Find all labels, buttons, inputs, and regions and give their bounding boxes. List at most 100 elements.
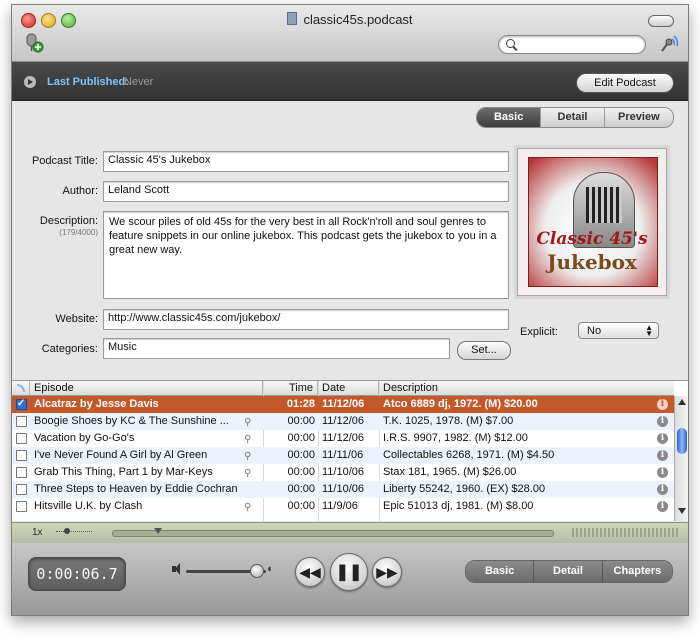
scroll-thumb[interactable] [677,428,687,454]
rss-column-header[interactable] [12,381,30,395]
broadcast-icon[interactable] [658,33,680,55]
toolbar-toggle-button[interactable] [648,15,674,27]
column-time[interactable]: Time [263,381,318,395]
info-icon[interactable]: i [657,399,668,410]
episode-description: Collectables 6268, 1971. (M) $4.50 [383,449,555,461]
episode-title: Three Steps to Heaven by Eddie Cochran [34,483,238,495]
pause-icon: ❚❚ [335,564,363,581]
episode-description: I.R.S. 9907, 1982. (M) $12.00 [383,432,528,444]
episode-date: 11/12/06 [322,398,365,410]
episode-title: Vacation by Go-Go's [34,432,135,444]
table-row[interactable]: Vacation by Go-Go's 00:00 11/12/06 I.R.S. 9… [12,430,674,447]
search-input[interactable] [519,37,641,53]
episode-description: Atco 6889 dj, 1972. (M) $20.00 [383,398,538,410]
podcast-artwork[interactable]: Classic 45's Jukebox [517,148,667,296]
episode-time: 01:28 [286,398,315,410]
bottom-tabs: Basic Detail Chapters [465,560,673,583]
episode-date: 11/9/06 [322,500,358,512]
attachment-icon: ⚲ [244,417,252,428]
table-row[interactable]: Grab This Thing, Part 1 by Mar-Keys 00:00… [12,464,674,481]
episode-checkbox[interactable] [16,450,27,461]
info-icon[interactable]: i [657,501,668,512]
scroll-down-arrow[interactable] [678,508,686,514]
volume-slider-knob[interactable] [250,564,264,578]
set-categories-button[interactable]: Set... [457,341,511,360]
disclosure-play-icon[interactable] [24,76,36,88]
episode-checkbox[interactable] [16,484,27,495]
fast-forward-button[interactable]: ▶▶ [372,557,402,587]
rewind-icon: ◀◀ [299,563,321,580]
podcast-window: classic45s.podcast Last Published: Never… [11,4,689,616]
microphone-add-icon[interactable] [22,31,44,53]
episode-title: Alcatraz by Jesse Davis [34,398,159,410]
episode-rows: Alcatraz by Jesse Davis 01:28 11/12/06 Atco… [12,395,674,515]
podcast-title-field[interactable]: Classic 45's Jukebox [103,151,509,172]
select-arrows-icon: ▲ ▼ [645,323,653,338]
episode-date: 11/12/06 [322,415,365,427]
episode-title: I've Never Found A Girl by Al Green [34,449,208,461]
episode-time: 00:00 [287,415,315,427]
column-date[interactable]: Date [318,381,379,395]
table-row[interactable]: Alcatraz by Jesse Davis 01:28 11/12/06 Atco… [12,395,674,413]
author-field[interactable]: Leland Scott [103,181,509,202]
column-episode[interactable]: Episode [30,381,263,395]
description-count: (179/4000) [59,228,98,237]
description-field[interactable]: We scour piles of old 45s for the very b… [103,211,509,299]
podcast-form: Podcast Title: Classic 45's Jukebox Auth… [12,101,688,383]
attachment-icon: ⚲ [244,468,252,479]
episode-checkbox[interactable] [16,467,27,478]
pause-button[interactable]: ❚❚ [330,553,368,591]
episode-time: 00:00 [287,432,315,444]
bottom-tab-basic[interactable]: Basic [466,561,535,582]
attachment-icon: ⚲ [244,502,252,513]
edit-podcast-button[interactable]: Edit Podcast [576,73,674,93]
table-row[interactable]: Hitsville U.K. by Clash 00:00 11/9/06 Epic … [12,498,674,515]
timeline-bar: 1x [12,522,688,544]
info-icon[interactable]: i [657,450,668,461]
episode-checkbox[interactable] [16,395,27,412]
episode-time: 00:00 [287,466,315,478]
playhead-marker[interactable] [154,528,162,534]
last-published-value: Never [124,76,154,88]
column-description[interactable]: Description [379,381,674,395]
table-row[interactable]: Boogie Shoes by KC & The Sunshine ... 00:… [12,413,674,430]
categories-field[interactable]: Music [103,338,450,359]
elapsed-time-display: 0:00:06.7 [28,557,126,591]
episode-time: 00:00 [287,500,315,512]
episode-checkbox[interactable] [16,433,27,444]
scroll-up-arrow[interactable] [678,399,686,405]
info-icon[interactable]: i [657,467,668,478]
playback-speed[interactable]: 1x [32,527,43,538]
info-icon[interactable]: i [657,416,668,427]
speed-slider[interactable] [56,531,92,535]
episode-date: 11/12/06 [322,432,365,444]
episode-checkbox[interactable] [16,416,27,427]
episode-checkbox[interactable] [16,501,27,512]
search-field[interactable] [498,35,646,54]
rewind-button[interactable]: ◀◀ [295,557,325,587]
bottom-tab-detail[interactable]: Detail [534,561,603,582]
website-label: Website: [55,313,98,325]
scrub-track[interactable] [112,530,554,537]
speed-slider-knob[interactable] [64,528,70,534]
fast-forward-icon: ▶▶ [376,563,398,580]
bottom-tab-chapters[interactable]: Chapters [602,561,672,582]
website-field[interactable]: http://www.classic45s.com/jukebox/ [103,309,509,330]
explicit-select[interactable]: No ▲ ▼ [578,322,659,339]
table-row[interactable]: I've Never Found A Girl by Al Green 00:00… [12,447,674,464]
episode-title: Boogie Shoes by KC & The Sunshine ... [34,415,229,427]
table-scrollbar[interactable] [674,396,688,521]
table-row[interactable]: Three Steps to Heaven by Eddie Cochran 00… [12,481,674,498]
table-header: Episode Time Date Description [12,381,674,396]
categories-label: Categories: [41,343,98,355]
episode-title: Grab This Thing, Part 1 by Mar-Keys [34,466,213,478]
artwork-text-jukebox: Jukebox [547,250,637,274]
attachment-icon: ⚲ [244,434,252,445]
description-label: Description: [39,215,98,227]
info-icon[interactable]: i [657,484,668,495]
episode-time: 00:00 [287,483,315,495]
podcast-title-label: Podcast Title: [31,155,98,167]
rss-icon [17,384,25,392]
info-icon[interactable]: i [657,433,668,444]
episode-description: Epic 51013 dj, 1981. (M) $8.00 [383,500,534,512]
